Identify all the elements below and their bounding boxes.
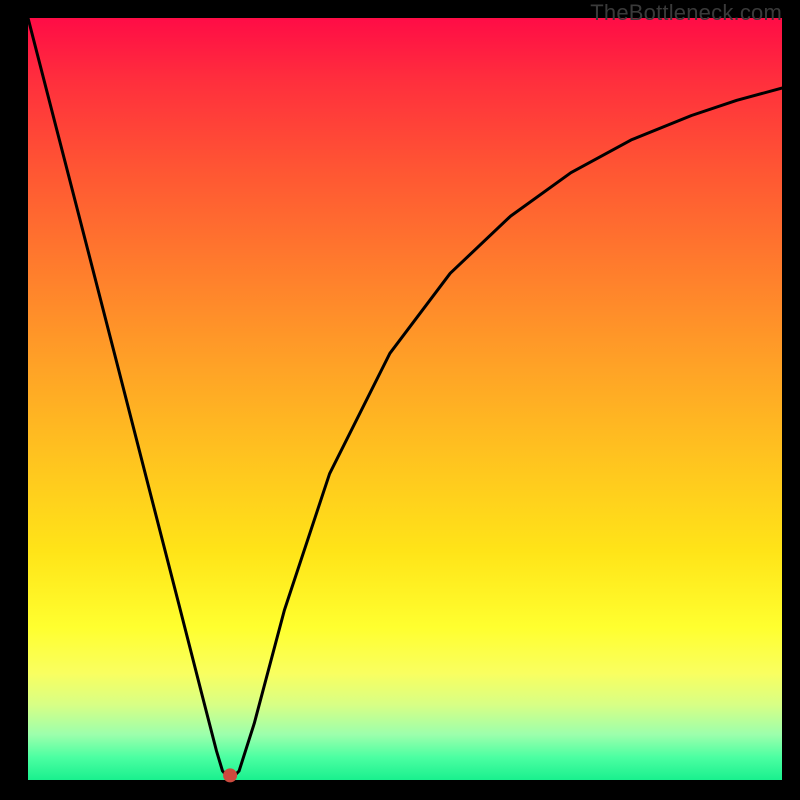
curve-layer bbox=[28, 18, 782, 780]
watermark-text: TheBottleneck.com bbox=[590, 0, 782, 26]
bottleneck-curve bbox=[28, 18, 782, 777]
min-marker bbox=[223, 768, 237, 782]
chart-frame: TheBottleneck.com bbox=[0, 0, 800, 800]
